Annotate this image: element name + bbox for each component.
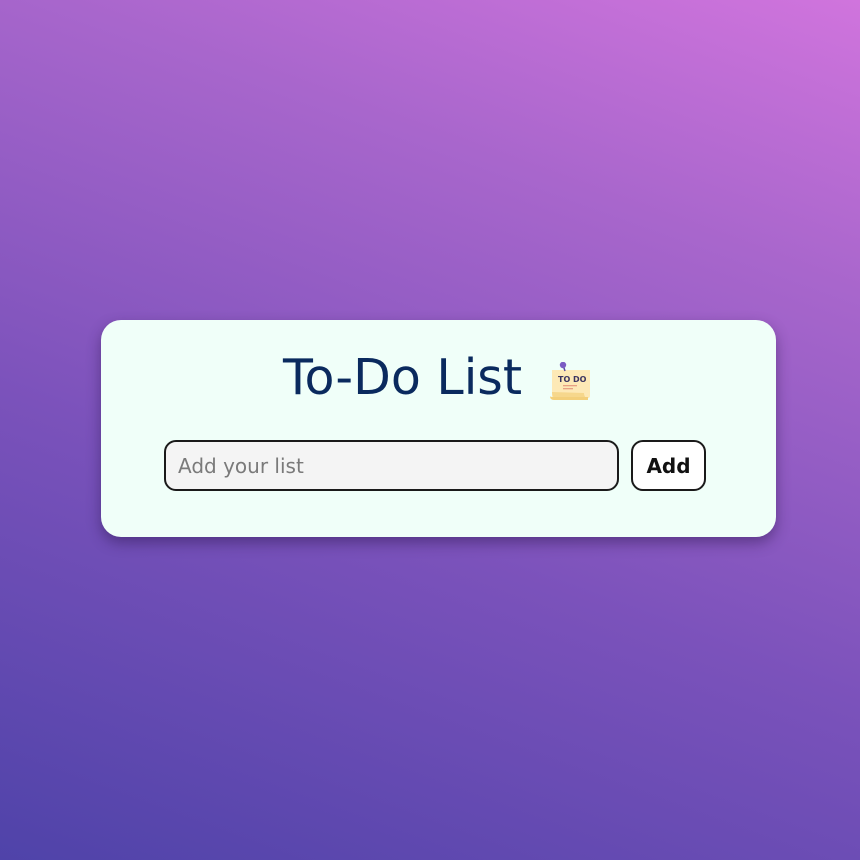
page-background: { "app": { "title": "To-Do List", "icon"… — [0, 0, 860, 860]
todo-card: To-Do List TO DO Add — [101, 320, 776, 537]
add-task-row: Add — [164, 440, 706, 491]
todo-note-icon: TO DO — [548, 361, 594, 402]
header: To-Do List TO DO — [101, 348, 776, 408]
svg-text:TO DO: TO DO — [558, 375, 587, 384]
task-input[interactable] — [164, 440, 619, 491]
page-title: To-Do List — [282, 349, 523, 406]
add-button[interactable]: Add — [631, 440, 706, 491]
